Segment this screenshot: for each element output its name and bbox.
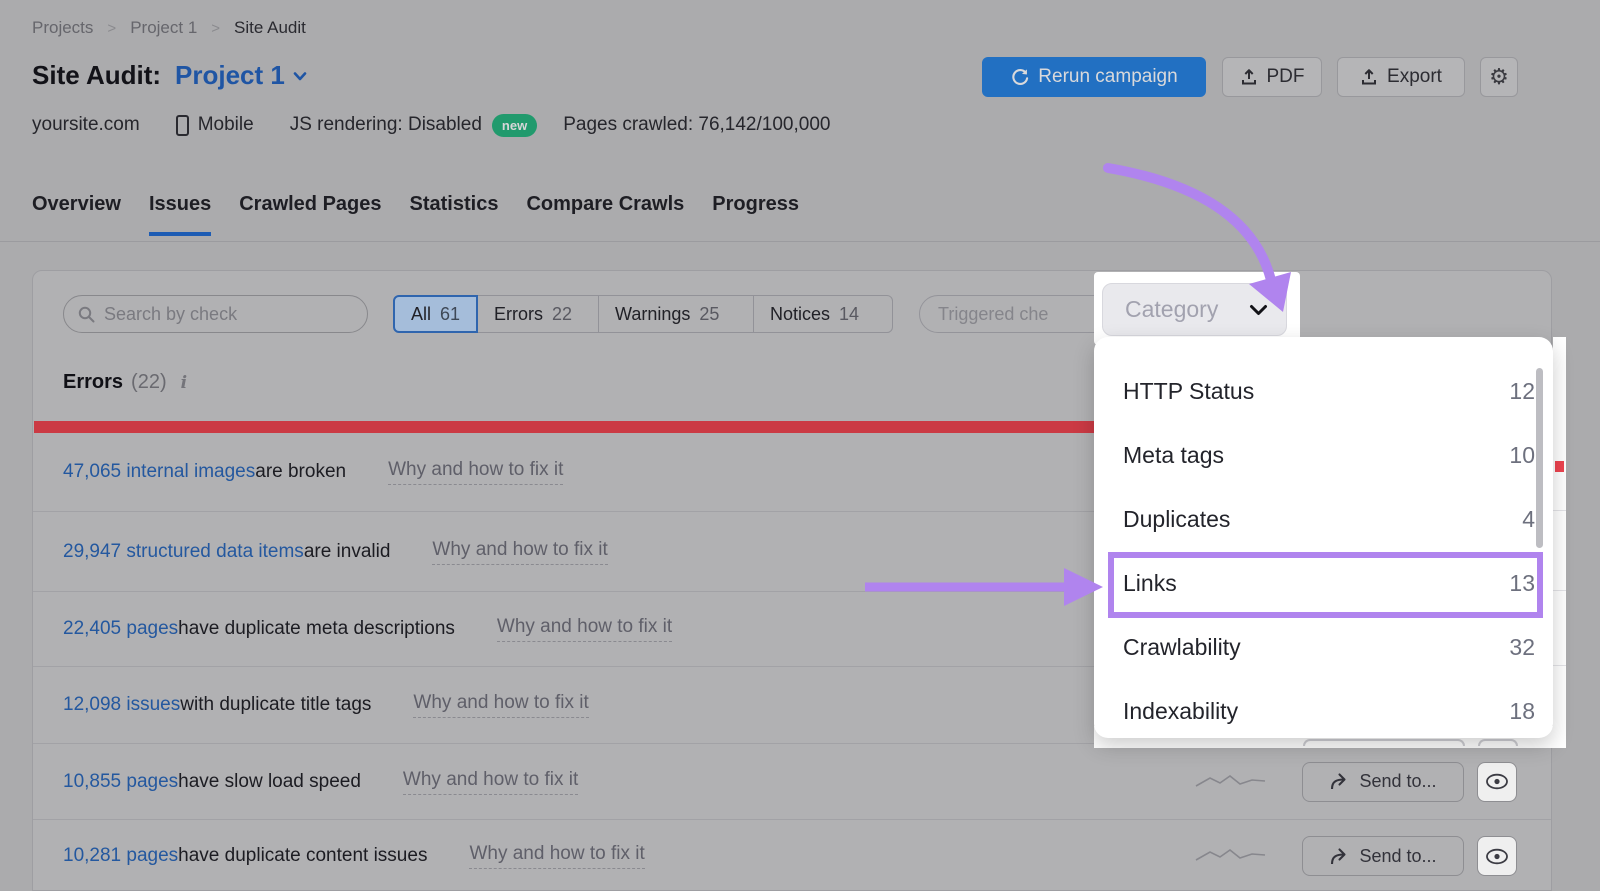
tab-crawled-pages[interactable]: Crawled Pages — [239, 193, 381, 236]
triggered-checks-filter[interactable]: Triggered che — [919, 295, 1119, 333]
issue-text: with duplicate title tags — [180, 694, 372, 715]
upload-icon — [1362, 69, 1377, 85]
issue-link[interactable]: 47,065 internal images — [63, 461, 255, 483]
tab-overview[interactable]: Overview — [32, 193, 121, 236]
breadcrumb-separator-icon: > — [107, 19, 117, 37]
errors-count: (22) — [131, 371, 167, 393]
page-title-prefix: Site Audit: — [32, 60, 162, 90]
tab-bar: Overview Issues Crawled Pages Statistics… — [32, 193, 799, 236]
menu-item-http-status[interactable]: HTTP Status 12 — [1094, 359, 1553, 423]
filter-notices[interactable]: Notices 14 — [754, 295, 893, 333]
why-fix-link[interactable]: Why and how to fix it — [388, 459, 564, 485]
breadcrumb: Projects > Project 1 > Site Audit — [32, 18, 306, 38]
settings-button[interactable]: ⚙ — [1480, 57, 1518, 97]
breadcrumb-item-projects[interactable]: Projects — [32, 18, 93, 38]
eye-icon — [1486, 773, 1508, 790]
why-fix-link[interactable]: Why and how to fix it — [496, 616, 673, 642]
dropdown-scrollbar[interactable] — [1536, 368, 1543, 548]
red-bar-fragment — [1555, 461, 1564, 472]
search-by-check — [63, 295, 368, 333]
send-to-button[interactable]: Send to... — [1302, 761, 1464, 802]
issue-link[interactable]: 10,281 pages — [63, 845, 178, 867]
issue-text: are broken — [255, 461, 347, 482]
refresh-icon — [1012, 68, 1029, 85]
project-selector[interactable]: Project 1 — [175, 60, 307, 91]
issue-text: have duplicate content issues — [178, 845, 428, 866]
annotation-highlight-backing — [1553, 337, 1566, 748]
issue-link[interactable]: 12,098 issues — [63, 694, 180, 716]
breadcrumb-item-project1[interactable]: Project 1 — [130, 18, 197, 38]
chevron-down-icon — [293, 71, 307, 80]
eye-toggle-button[interactable] — [1477, 761, 1517, 802]
js-rendering-label: JS rendering: Disabled — [289, 114, 482, 135]
issue-row: 10,281 pages have duplicate content issu… — [33, 819, 1551, 891]
send-to-button[interactable]: Send to... — [1302, 836, 1464, 876]
issue-row: 10,855 pages have slow load speed Why an… — [33, 743, 1551, 819]
issue-text: have slow load speed — [178, 770, 361, 792]
mobile-device-icon — [175, 114, 189, 136]
breadcrumb-separator-icon: > — [211, 19, 221, 37]
issue-link[interactable]: 10,855 pages — [63, 771, 178, 793]
filter-warnings[interactable]: Warnings 25 — [599, 295, 754, 333]
category-dropdown-menu: HTTP Status 12 Meta tags 10 Duplicates 4… — [1094, 337, 1553, 738]
why-fix-link[interactable]: Why and how to fix it — [469, 843, 645, 869]
breadcrumb-item-site-audit: Site Audit — [234, 18, 306, 37]
send-arrow-icon — [1331, 847, 1347, 864]
tab-statistics[interactable]: Statistics — [410, 193, 499, 236]
tab-bar-divider — [0, 241, 1600, 242]
chevron-down-icon — [1250, 304, 1267, 315]
filter-errors[interactable]: Errors 22 — [478, 295, 599, 333]
menu-item-meta-tags[interactable]: Meta tags 10 — [1094, 423, 1553, 487]
links-highlight-box — [1108, 552, 1543, 618]
rerun-campaign-label: Rerun campaign — [1038, 66, 1178, 87]
category-dropdown-button[interactable]: Category — [1102, 283, 1287, 336]
domain-label: yoursite.com — [32, 114, 140, 135]
issue-link[interactable]: 22,405 pages — [63, 618, 178, 640]
tab-compare-crawls[interactable]: Compare Crawls — [526, 193, 684, 236]
sparkline-chart — [1195, 774, 1266, 787]
new-badge: new — [491, 113, 538, 137]
menu-item-indexability[interactable]: Indexability 18 — [1094, 679, 1553, 738]
pages-crawled-label: Pages crawled: 76,142/100,000 — [563, 114, 831, 135]
eye-icon — [1486, 848, 1508, 864]
curved-arrow-annotation — [1103, 163, 1276, 285]
project-selector-label: Project 1 — [175, 60, 285, 90]
tab-progress[interactable]: Progress — [712, 193, 799, 236]
issue-text: have duplicate meta descriptions — [178, 618, 455, 639]
errors-section-header: Errors (22) i — [63, 371, 187, 394]
issue-text: are invalid — [303, 540, 391, 562]
menu-item-crawlability[interactable]: Crawlability 32 — [1094, 615, 1553, 679]
severity-filter: All 61 Errors 22 Warnings 25 Notices 14 — [393, 295, 893, 333]
filter-all[interactable]: All 61 — [393, 295, 478, 333]
pdf-label: PDF — [1266, 66, 1305, 87]
category-label: Category — [1125, 296, 1219, 322]
export-label: Export — [1387, 66, 1442, 87]
why-fix-link[interactable]: Why and how to fix it — [413, 692, 589, 718]
info-icon[interactable]: i — [181, 373, 187, 393]
upload-icon — [1241, 69, 1256, 85]
why-fix-link[interactable]: Why and how to fix it — [432, 539, 608, 565]
device-label: Mobile — [197, 114, 254, 135]
pdf-button[interactable]: PDF — [1222, 57, 1322, 97]
search-icon — [78, 306, 95, 322]
gear-icon: ⚙ — [1489, 64, 1509, 90]
eye-toggle-button[interactable] — [1477, 836, 1517, 876]
campaign-meta: yoursite.com Mobile JS rendering: Disabl… — [32, 112, 830, 138]
why-fix-link[interactable]: Why and how to fix it — [402, 769, 579, 795]
export-button[interactable]: Export — [1337, 57, 1465, 97]
page-title: Site Audit: Project 1 — [32, 60, 307, 91]
tab-issues[interactable]: Issues — [148, 193, 212, 236]
errors-title: Errors — [63, 371, 124, 393]
send-arrow-icon — [1331, 773, 1347, 790]
rerun-campaign-button[interactable]: Rerun campaign — [982, 57, 1206, 97]
sparkline-chart — [1195, 849, 1266, 861]
search-input[interactable] — [104, 303, 334, 325]
issue-link[interactable]: 29,947 structured data items — [63, 541, 304, 563]
menu-item-duplicates[interactable]: Duplicates 4 — [1094, 487, 1553, 551]
